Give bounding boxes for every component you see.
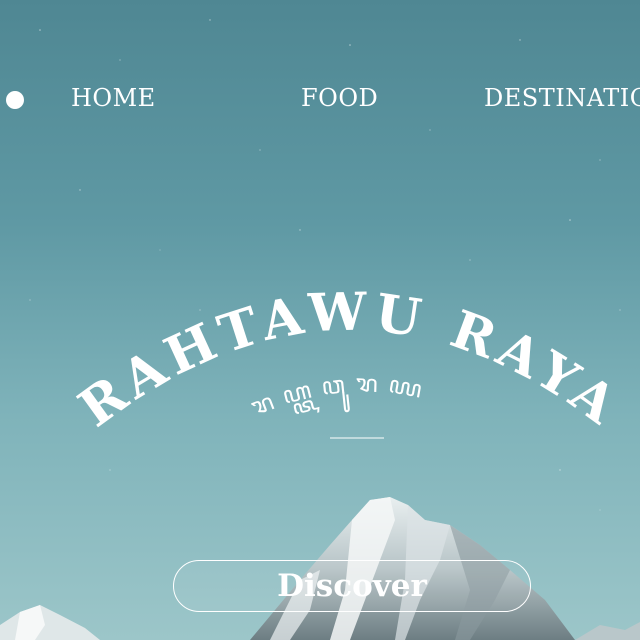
discover-button-label: Discover <box>277 568 427 604</box>
hero-title: RAHTAWU RAYA <box>68 281 632 439</box>
hero-background: HOME FOOD DESTINATIO RAHTAWU RAYA ꦫꦲ꧀ꦠꦮꦸ… <box>0 0 640 640</box>
discover-button[interactable]: Discover <box>173 560 531 612</box>
hero-title-javanese: ꦫꦲ꧀ꦠꦮꦸꦫꦪ <box>247 369 434 421</box>
hero-title-arc: RAHTAWU RAYA ꦫꦲ꧀ꦠꦮꦸꦫꦪ <box>68 281 632 439</box>
